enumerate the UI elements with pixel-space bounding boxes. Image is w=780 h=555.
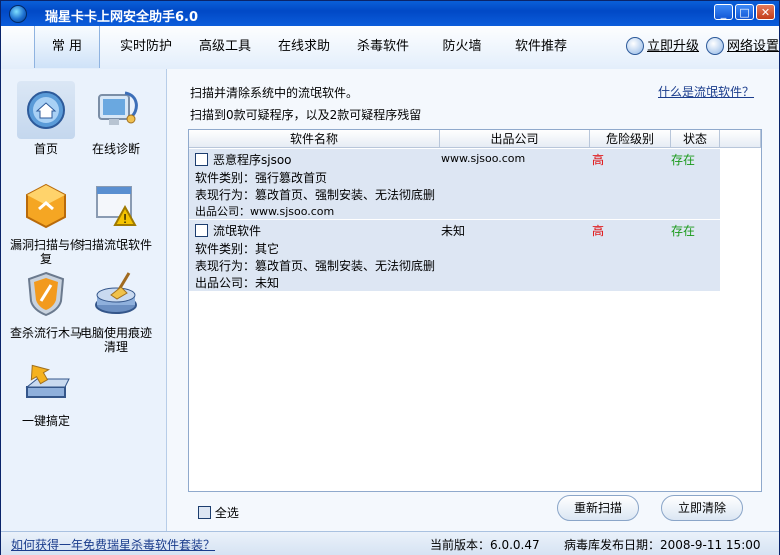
column-header-status[interactable]: 状态 (671, 130, 720, 148)
danger-level: 高 (592, 224, 605, 238)
row-checkbox[interactable] (195, 153, 208, 166)
detail-company: 出品公司：www.sjsoo.com (195, 205, 335, 218)
close-button[interactable]: ✕ (756, 4, 775, 20)
tab-antivirus[interactable]: 杀毒软件 (350, 26, 416, 68)
column-header-danger[interactable]: 危险级别 (590, 130, 671, 148)
danger-level: 高 (592, 153, 605, 167)
tab-firewall[interactable]: 防火墙 (429, 26, 495, 68)
sidebar-item-label: 查杀流行木马 (10, 326, 83, 340)
tab-common[interactable]: 常 用 (34, 26, 100, 68)
scan-result-summary: 扫描到0款可疑程序，以及2款可疑程序残留 (190, 108, 422, 122)
status-bar: 如何获得一年免费瑞星杀毒软件套装？ 当前版本：6.0.0.47 病毒库发布日期：… (1, 531, 779, 555)
column-header-company[interactable]: 出品公司 (440, 130, 590, 148)
sidebar-item-trace-clean[interactable]: 电脑使用痕迹清理 (80, 265, 152, 354)
sidebar-item-rogue-scan[interactable]: ! 扫描流氓软件 (80, 177, 152, 252)
detail-type: 软件类别：强行篡改首页 (195, 171, 328, 185)
software-name: 恶意程序sjsoo (213, 153, 292, 167)
trojan-shield-icon (17, 265, 75, 323)
version-text: 当前版本：6.0.0.47 (430, 538, 540, 552)
sidebar-item-one-click[interactable]: 一键搞定 (10, 353, 82, 428)
home-icon (17, 81, 75, 139)
software-name: 流氓软件 (213, 224, 262, 238)
svg-text:!: ! (123, 212, 128, 226)
sidebar-item-label: 扫描流氓软件 (80, 238, 153, 252)
network-settings-icon (706, 36, 724, 55)
tab-realtime-protection[interactable]: 实时防护 (113, 26, 179, 68)
window-title: 瑞星卡卡上网安全助手6.0 (45, 10, 199, 25)
status-value: 存在 (671, 153, 696, 167)
row-checkbox[interactable] (195, 224, 208, 237)
sidebar-item-label: 一键搞定 (21, 414, 70, 428)
clean-now-button[interactable]: 立即清除 (661, 495, 743, 521)
sidebar-item-label: 在线诊断 (91, 142, 140, 156)
upgrade-label: 立即升级 (647, 39, 700, 54)
results-table: 软件名称 出品公司 危险级别 状态 恶意程序sjsoo www.sjsoo.co… (188, 129, 762, 492)
tab-advanced-tools[interactable]: 高级工具 (192, 26, 258, 68)
table-row[interactable]: 流氓软件 未知 高 存在 软件类别：其它 表现行为：篡改首页、强制安装、无法彻底… (189, 220, 720, 292)
sidebar-item-home[interactable]: 首页 (10, 81, 82, 156)
select-all-checkbox[interactable] (198, 506, 211, 519)
network-settings-label: 网络设置 (727, 39, 780, 54)
sidebar: 首页 在线诊断 漏洞扫描与修复 ! 扫描流氓软件 查杀流行木马 电脑使用痕迹清理… (1, 69, 167, 531)
sidebar-item-label: 电脑使用痕迹清理 (80, 326, 153, 354)
main-panel: 扫描并清除系统中的流氓软件。 扫描到0款可疑程序，以及2款可疑程序残留 什么是流… (167, 69, 779, 531)
sidebar-item-diagnosis[interactable]: 在线诊断 (80, 81, 152, 156)
status-value: 存在 (671, 224, 696, 238)
sidebar-item-vulnerability[interactable]: 漏洞扫描与修复 (10, 177, 82, 266)
scan-description: 扫描并清除系统中的流氓软件。 (190, 86, 359, 100)
tab-online-help[interactable]: 在线求助 (271, 26, 337, 68)
column-header-name[interactable]: 软件名称 (189, 130, 440, 148)
app-window: 瑞星卡卡上网安全助手6.0 _ □ ✕ 常 用 实时防护 高级工具 在线求助 杀… (0, 0, 780, 555)
app-logo-icon (9, 5, 27, 23)
broom-icon (87, 265, 145, 323)
software-company: 未知 (441, 224, 466, 238)
detail-company: 出品公司：未知 (195, 276, 280, 290)
main-menu-bar: 常 用 实时防护 高级工具 在线求助 杀毒软件 防火墙 软件推荐 立即升级 网络… (1, 26, 779, 70)
software-company: www.sjsoo.com (441, 152, 526, 165)
sidebar-item-label: 首页 (33, 142, 58, 156)
diagnosis-icon (87, 81, 145, 139)
sidebar-item-trojan[interactable]: 查杀流行木马 (10, 265, 82, 340)
vulnerability-icon (17, 177, 75, 235)
select-all[interactable]: 全选 (198, 504, 239, 521)
promo-link[interactable]: 如何获得一年免费瑞星杀毒软件套装？ (11, 536, 215, 553)
upgrade-link[interactable]: 立即升级 (626, 26, 699, 68)
rogue-scan-icon: ! (87, 177, 145, 235)
maximize-button[interactable]: □ (735, 4, 754, 20)
tab-software-recommend[interactable]: 软件推荐 (508, 26, 574, 68)
detail-behavior: 表现行为：篡改首页、强制安装、无法彻底删 (195, 188, 436, 202)
network-settings-link[interactable]: 网络设置 (706, 26, 779, 68)
minimize-button[interactable]: _ (714, 4, 733, 20)
virus-db-date: 病毒库发布日期：2008-9-11 15:00 (564, 538, 761, 552)
what-is-rogue-link[interactable]: 什么是流氓软件？ (658, 83, 754, 100)
upgrade-icon (626, 36, 644, 55)
one-click-icon (17, 353, 75, 411)
table-row[interactable]: 恶意程序sjsoo www.sjsoo.com 高 存在 软件类别：强行篡改首页… (189, 149, 720, 220)
column-header-filler (720, 130, 761, 148)
rescan-button[interactable]: 重新扫描 (557, 495, 639, 521)
detail-type: 软件类别：其它 (195, 242, 280, 256)
select-all-label: 全选 (214, 506, 239, 520)
detail-behavior: 表现行为：篡改首页、强制安装、无法彻底删 (195, 259, 436, 273)
title-bar[interactable]: 瑞星卡卡上网安全助手6.0 _ □ ✕ (1, 1, 779, 26)
sidebar-item-label: 漏洞扫描与修复 (10, 238, 83, 266)
